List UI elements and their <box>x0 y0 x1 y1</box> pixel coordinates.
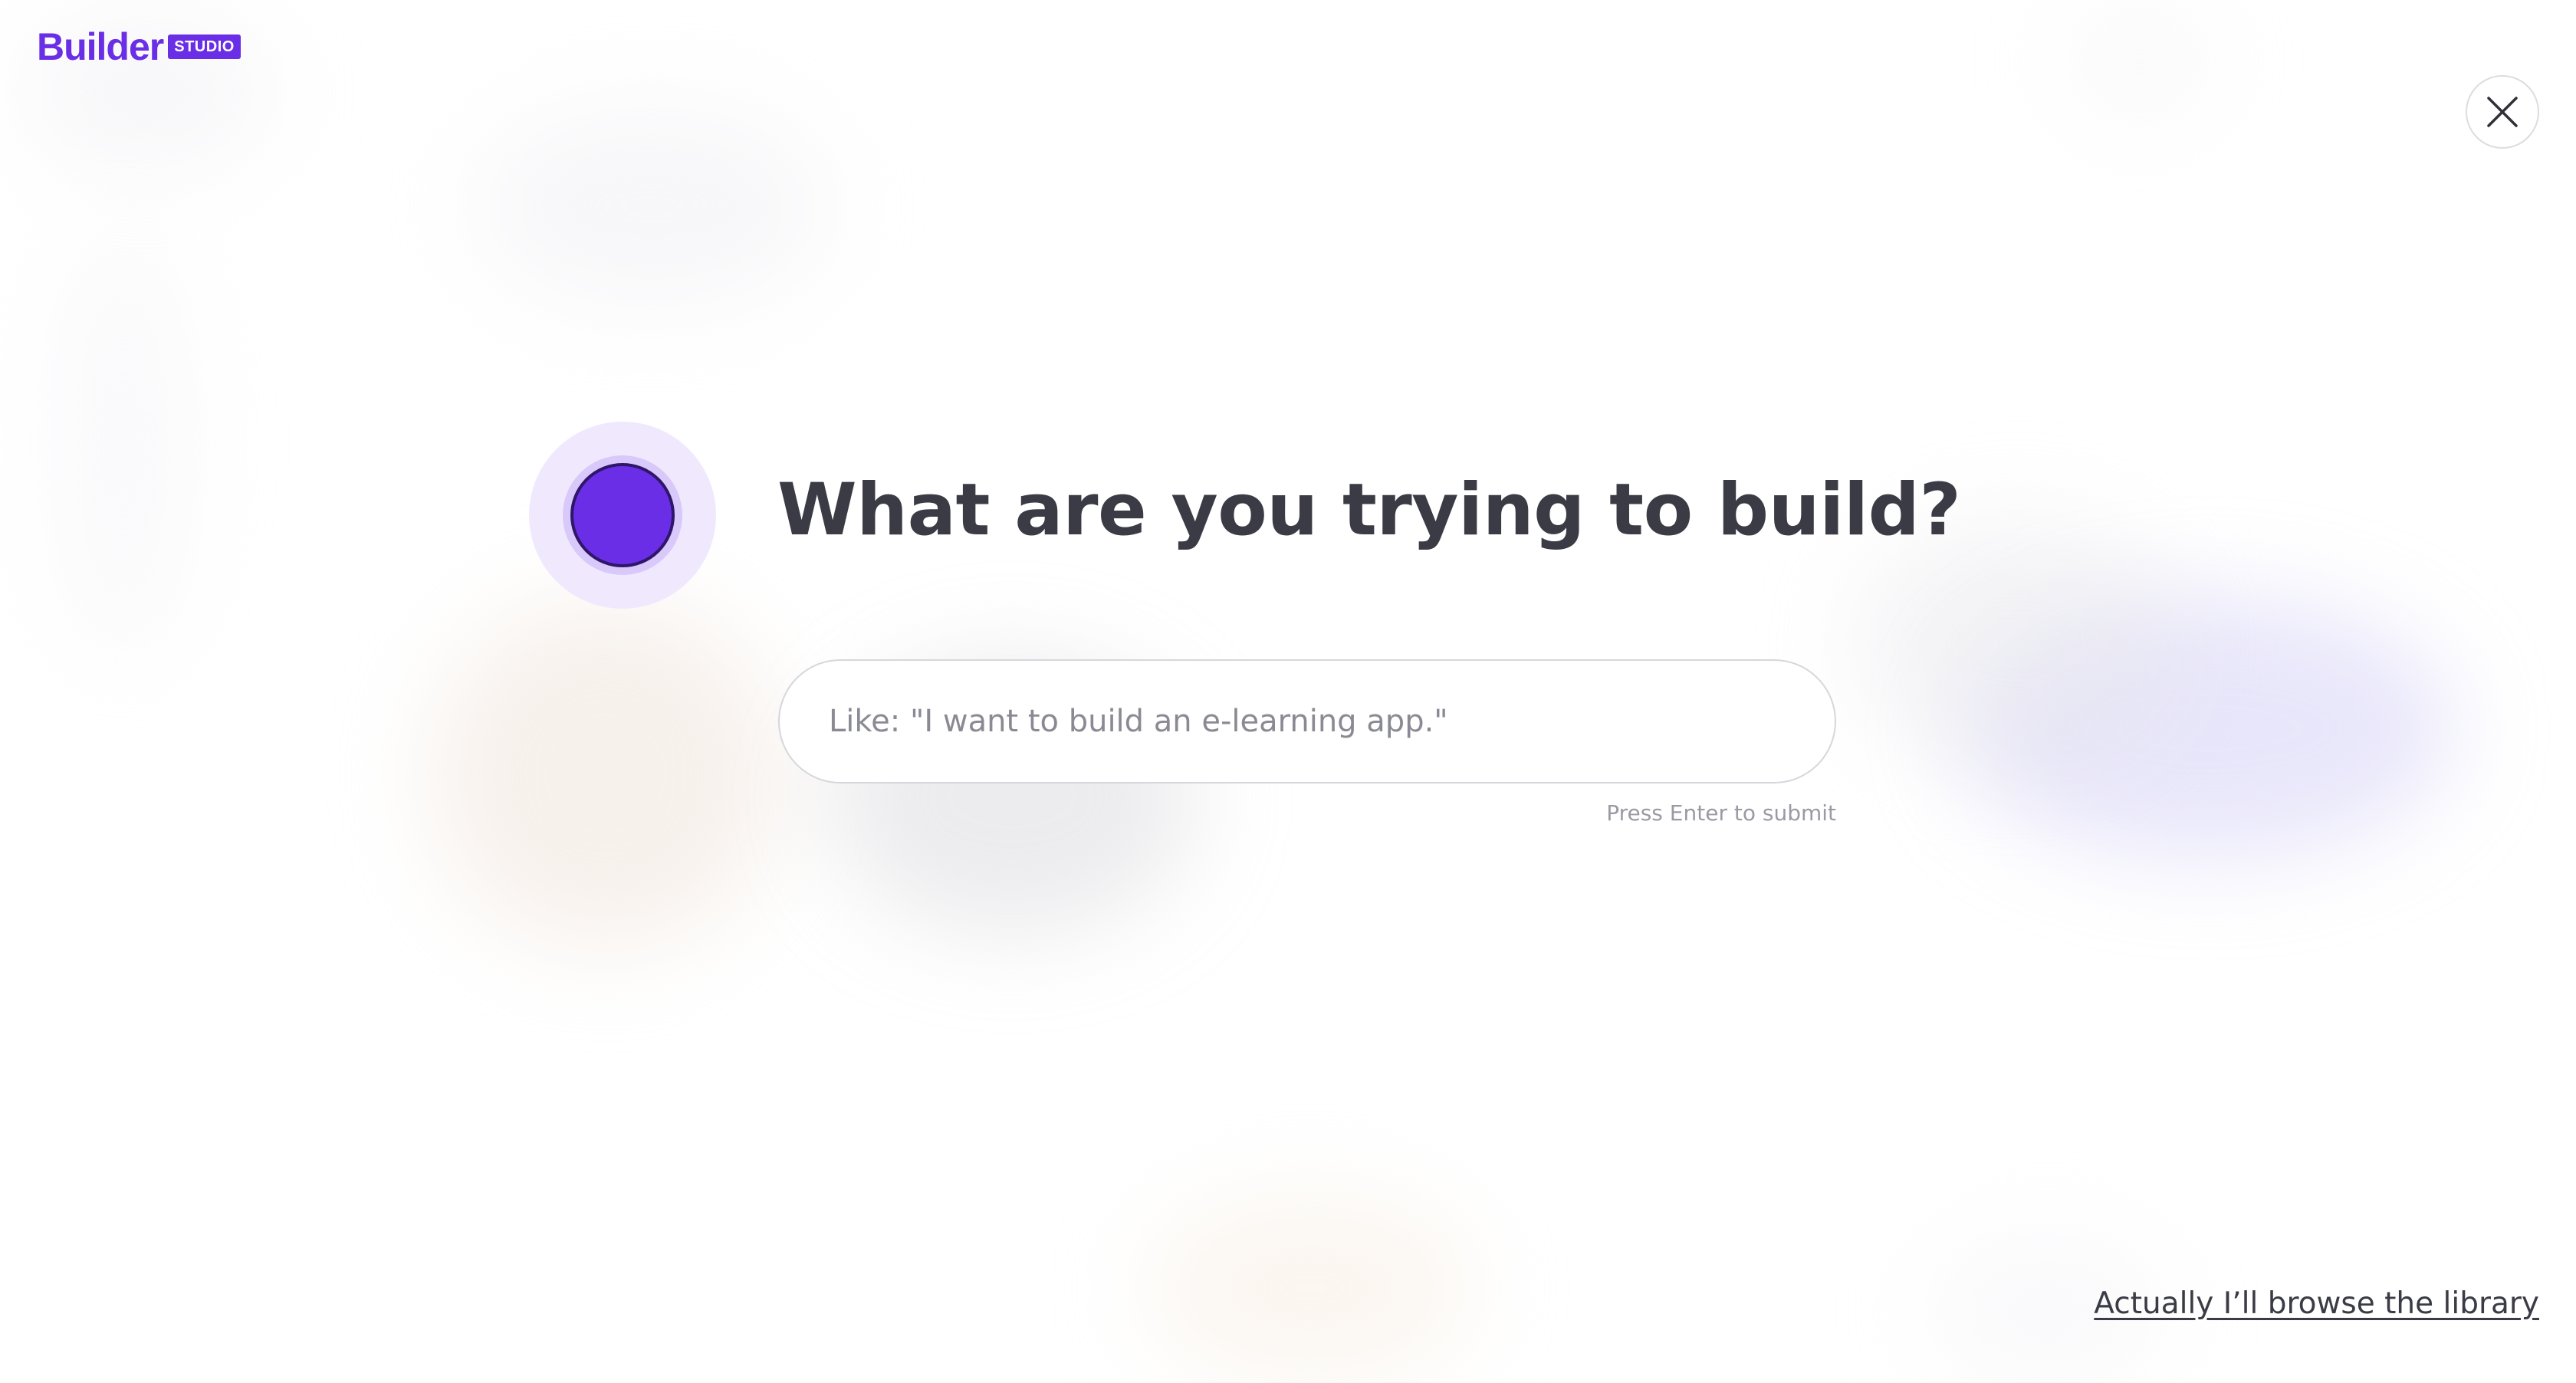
assistant-orb-icon <box>529 422 716 609</box>
background-blob <box>61 230 184 659</box>
page: Builder STUDIO What are you trying to bu… <box>0 0 2576 1383</box>
assistant-orb-ring <box>563 455 682 575</box>
background-blob <box>2070 8 2208 115</box>
submit-hint: Press Enter to submit <box>1606 800 1836 826</box>
build-prompt-input[interactable] <box>778 659 1836 783</box>
background-blob <box>429 598 782 951</box>
background-blob <box>475 107 828 307</box>
background-blob <box>1150 1196 1472 1380</box>
logo-wordmark: Builder <box>37 25 164 68</box>
background-blob <box>1963 598 2453 859</box>
browse-library-link[interactable]: Actually I’ll browse the library <box>2094 1286 2539 1321</box>
assistant-orb-core <box>570 463 675 567</box>
page-title: What are you trying to build? <box>777 468 1961 552</box>
logo-studio-badge: STUDIO <box>168 34 241 59</box>
builder-studio-logo[interactable]: Builder STUDIO <box>37 28 241 66</box>
close-icon <box>2487 97 2518 127</box>
background-blob <box>1855 521 2177 767</box>
close-button[interactable] <box>2466 75 2539 149</box>
